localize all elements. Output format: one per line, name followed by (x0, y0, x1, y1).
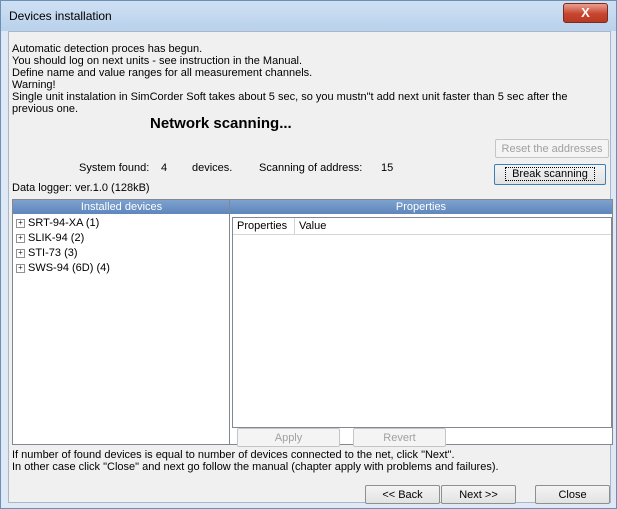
tree-item[interactable]: + SWS-94 (6D) (4) (16, 261, 110, 275)
instruction-line: Automatic detection proces has begun. (12, 43, 203, 55)
footer-line: If number of found devices is equal to n… (12, 449, 455, 461)
tree-item-label: SLIK-94 (2) (28, 232, 85, 244)
devices-installation-window: Devices installation X Automatic detecti… (0, 0, 617, 509)
properties-list[interactable]: Properties Value (232, 217, 612, 428)
window-title: Devices installation (9, 9, 112, 23)
column-header-value[interactable]: Value (295, 218, 611, 235)
apply-button[interactable]: Apply (237, 428, 340, 447)
footer-line: In other case click "Close" and next go … (12, 461, 499, 473)
close-window-icon[interactable]: X (563, 3, 608, 23)
close-button[interactable]: Close (535, 485, 610, 504)
device-count-value: 4 (161, 162, 168, 174)
data-logger-version: Data logger: ver.1.0 (128kB) (12, 182, 150, 194)
next-button[interactable]: Next >> (441, 485, 516, 504)
scanning-address-label: Scanning of address: (259, 162, 363, 174)
expand-icon[interactable]: + (16, 219, 25, 228)
installed-devices-panel: Installed devices + SRT-94-XA (1) + SLIK-9… (12, 199, 231, 445)
expand-icon[interactable]: + (16, 264, 25, 273)
devices-label: devices. (192, 162, 233, 174)
tree-item[interactable]: + SRT-94-XA (1) (16, 216, 99, 230)
instruction-line: Define name and value ranges for all mea… (12, 67, 313, 79)
column-header-properties[interactable]: Properties (233, 218, 295, 235)
title-bar[interactable]: Devices installation X (1, 1, 616, 31)
system-found-label: System found: (79, 162, 150, 174)
scanning-heading: Network scanning... (150, 115, 292, 132)
break-scanning-label: Break scanning (505, 167, 595, 181)
warning-label: Warning! (12, 79, 56, 91)
back-button[interactable]: << Back (365, 485, 440, 504)
expand-icon[interactable]: + (16, 234, 25, 243)
tree-item-label: SWS-94 (6D) (4) (28, 262, 110, 274)
break-scanning-button[interactable]: Break scanning (494, 164, 606, 185)
tree-item[interactable]: + STI-73 (3) (16, 246, 78, 260)
tree-item-label: STI-73 (3) (28, 247, 78, 259)
revert-button[interactable]: Revert (353, 428, 446, 447)
properties-panel: Properties Properties Value Apply Revert (229, 199, 613, 447)
expand-icon[interactable]: + (16, 249, 25, 258)
dialog-client-area: Automatic detection proces has begun. Yo… (8, 31, 613, 504)
tree-item[interactable]: + SLIK-94 (2) (16, 231, 84, 245)
scanning-address-value: 15 (381, 162, 394, 174)
instruction-line: You should log on next units - see instr… (12, 55, 303, 67)
installed-devices-header: Installed devices (13, 200, 230, 214)
instruction-line: previous one. (12, 103, 79, 115)
tree-item-label: SRT-94-XA (1) (28, 217, 100, 229)
reset-addresses-button[interactable]: Reset the addresses (495, 139, 609, 158)
properties-header: Properties (230, 200, 612, 214)
instruction-line: Single unit instalation in SimCorder Sof… (12, 91, 568, 103)
